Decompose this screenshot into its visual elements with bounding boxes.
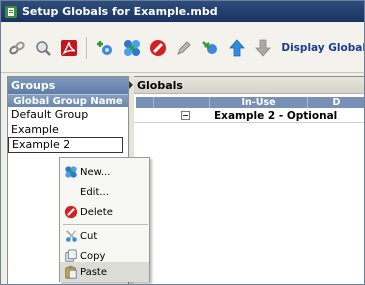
pdf-icon (60, 39, 77, 56)
move-up-button[interactable] (227, 38, 246, 58)
globals-pane-title: Globals (134, 77, 364, 94)
menu-item-label: Cut (80, 230, 98, 242)
globals-pane: Globals In-Use D Example 2 - Optional (134, 76, 364, 284)
title-bar: Setup Globals for Example.mbd (1, 1, 364, 22)
globals-row[interactable]: Example 2 - Optional (134, 109, 364, 123)
menu-item-label: New... (80, 166, 111, 178)
row-selector-header[interactable] (136, 97, 154, 108)
toolbar-separator (86, 36, 88, 59)
search-icon (35, 40, 51, 56)
link-icon (8, 41, 25, 54)
add-global-button[interactable] (95, 38, 114, 58)
group-item[interactable]: Default Group (8, 107, 128, 122)
new-icon (65, 166, 77, 178)
collapse-toggle-icon[interactable] (181, 111, 190, 120)
menu-separator (63, 224, 148, 225)
context-menu: New... Edit... Delete Cut Copy Paste (59, 157, 150, 282)
menu-item-edit[interactable]: Edit... (60, 182, 149, 202)
menu-item-label: Delete (80, 206, 113, 218)
new-group-icon (123, 39, 140, 56)
new-group-button[interactable] (122, 38, 142, 58)
properties-icon (202, 40, 218, 54)
group-item[interactable]: Example (8, 122, 128, 137)
add-global-icon (97, 40, 112, 55)
menu-item-label: Copy (80, 250, 106, 262)
link-button[interactable] (7, 38, 26, 58)
cut-icon (66, 230, 77, 242)
arrow-up-icon (228, 38, 245, 56)
move-down-button[interactable] (253, 38, 272, 58)
groups-pane-title: Groups (8, 77, 128, 94)
delete-icon (64, 205, 78, 219)
arrow-down-icon (254, 39, 271, 57)
paste-icon (65, 265, 77, 279)
copy-icon (65, 249, 77, 262)
menu-item-label: Edit... (80, 186, 109, 198)
splitter-arrow-icon[interactable] (129, 81, 133, 89)
setup-globals-window: Setup Globals for Example.mbd Display Gl… (0, 0, 365, 285)
menu-item-delete[interactable]: Delete (60, 202, 149, 222)
global-row-name: Example 2 - Optional (214, 110, 338, 122)
global-group-name-header[interactable]: Global Group Name (8, 94, 128, 107)
toolbar: Display Global (1, 23, 364, 73)
delete-button[interactable] (149, 38, 168, 58)
pdf-button[interactable] (59, 38, 78, 58)
search-button[interactable] (33, 38, 52, 58)
in-use-column-header[interactable]: In-Use (210, 97, 308, 108)
edit-button[interactable] (175, 38, 194, 58)
properties-button[interactable] (201, 38, 220, 58)
delete-icon (150, 39, 167, 56)
window-title: Setup Globals for Example.mbd (22, 5, 218, 18)
expand-column-header[interactable] (154, 97, 210, 108)
menu-item-label: Paste (80, 266, 107, 278)
menu-item-new[interactable]: New... (60, 162, 149, 182)
menu-item-paste[interactable]: Paste (60, 262, 149, 282)
d-column-header[interactable]: D (308, 97, 364, 108)
pencil-icon (177, 40, 192, 55)
globals-app-icon (5, 5, 17, 18)
display-global-button[interactable]: Display Global (281, 42, 364, 54)
menu-item-cut[interactable]: Cut (60, 226, 149, 246)
group-item-selected[interactable]: Example 2 (8, 137, 123, 153)
